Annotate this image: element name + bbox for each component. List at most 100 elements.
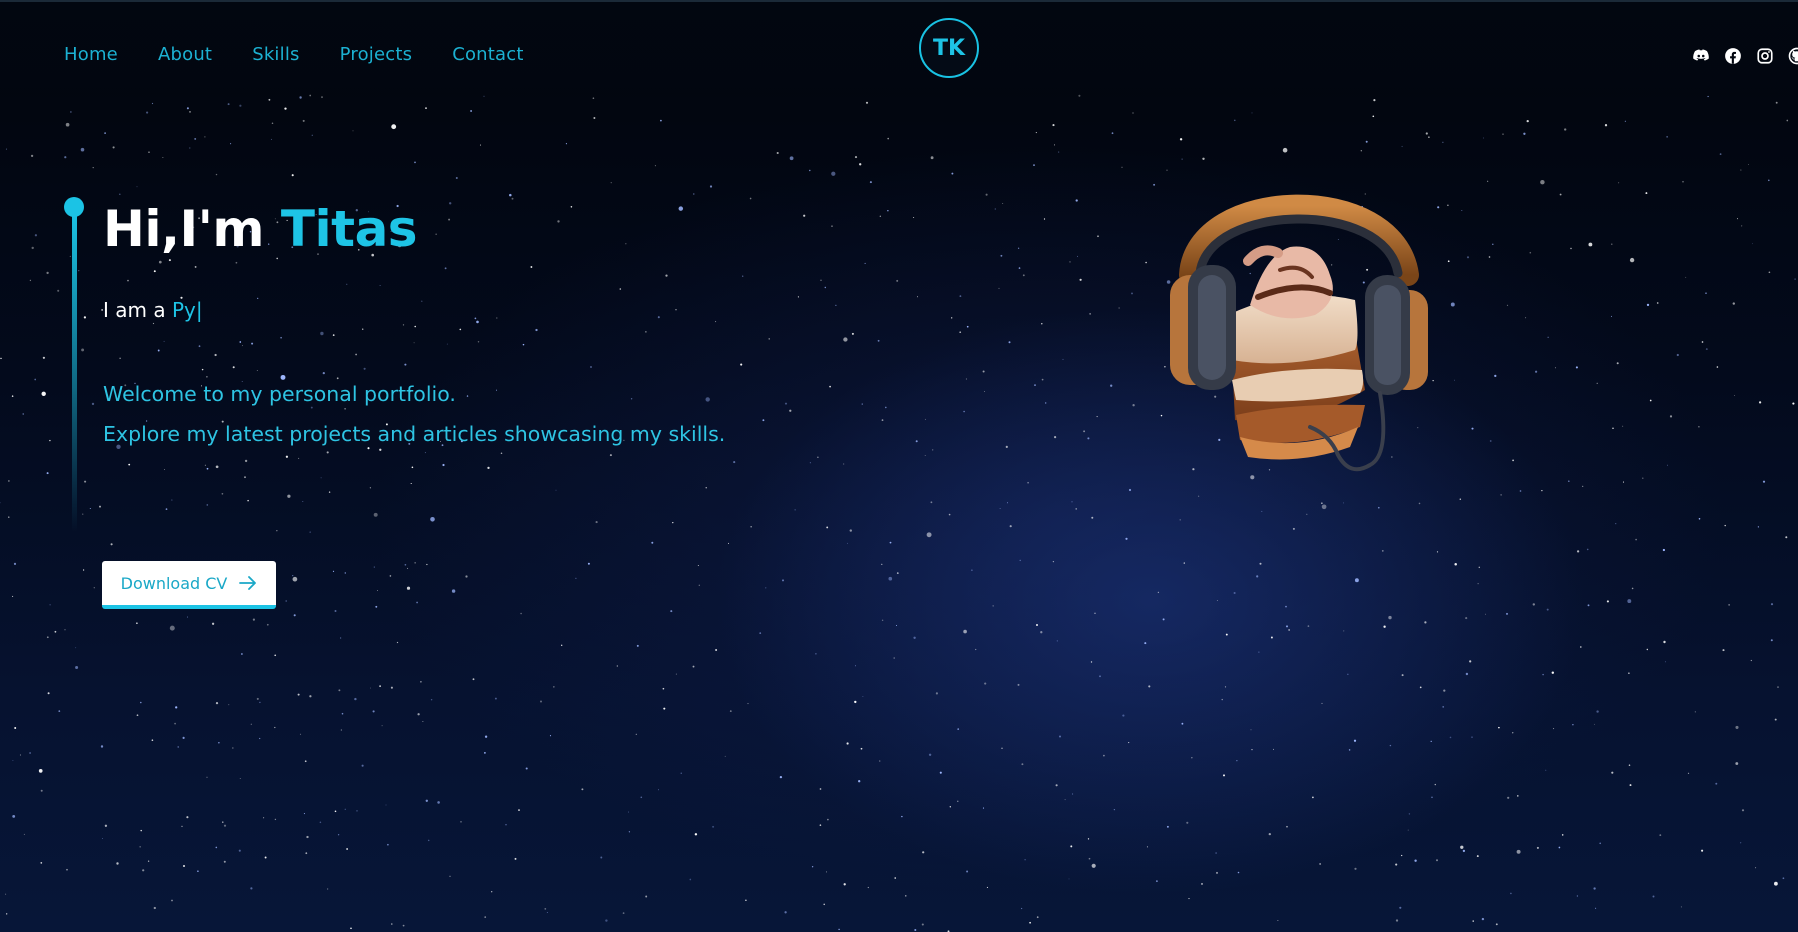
star — [256, 370, 258, 372]
star — [1483, 137, 1485, 139]
star — [1519, 490, 1522, 492]
star — [1348, 749, 1351, 751]
star — [915, 440, 918, 443]
star — [627, 811, 629, 813]
discord-icon[interactable] — [1692, 47, 1710, 65]
star — [914, 928, 917, 932]
star — [928, 753, 932, 756]
star — [1179, 519, 1181, 521]
star — [750, 526, 752, 528]
star — [40, 789, 43, 792]
star — [881, 619, 884, 622]
star — [91, 402, 95, 406]
star — [182, 864, 186, 868]
star — [1545, 769, 1547, 771]
star — [427, 839, 430, 842]
star — [1492, 243, 1494, 246]
star — [244, 459, 248, 463]
star — [306, 835, 309, 839]
nav-link-skills[interactable]: Skills — [252, 44, 299, 65]
star — [1221, 698, 1223, 701]
star — [1489, 440, 1492, 442]
nav-link-contact[interactable]: Contact — [452, 44, 523, 65]
star — [422, 721, 424, 722]
nav-link-about[interactable]: About — [158, 44, 212, 65]
star — [762, 419, 765, 422]
star — [214, 353, 217, 357]
star — [222, 821, 224, 823]
instagram-icon[interactable] — [1756, 47, 1774, 65]
star — [455, 176, 458, 180]
star — [1064, 799, 1066, 801]
star — [913, 216, 915, 219]
star — [959, 331, 962, 334]
star — [963, 629, 967, 634]
star — [104, 132, 106, 134]
star — [1144, 642, 1147, 645]
star — [1664, 661, 1667, 663]
star — [1054, 436, 1057, 439]
star — [1698, 426, 1700, 428]
star — [540, 700, 542, 703]
star — [1388, 615, 1392, 620]
star — [215, 173, 218, 176]
star — [820, 279, 822, 281]
star — [1755, 867, 1757, 869]
star — [340, 637, 342, 639]
star — [1500, 494, 1502, 496]
star — [1069, 261, 1071, 263]
star — [1546, 608, 1549, 611]
star — [715, 321, 717, 323]
star — [421, 300, 423, 302]
star — [1554, 367, 1556, 369]
star — [1582, 485, 1584, 487]
nav-link-projects[interactable]: Projects — [340, 44, 413, 65]
star — [319, 821, 322, 824]
star — [1091, 516, 1094, 519]
star — [1024, 859, 1026, 861]
star — [511, 197, 514, 200]
star — [1268, 832, 1271, 836]
nav-link-home[interactable]: Home — [64, 44, 118, 65]
star — [1680, 906, 1682, 908]
star — [561, 644, 563, 646]
download-cv-button[interactable]: Download CV — [102, 561, 276, 609]
star — [204, 136, 206, 138]
star — [575, 577, 577, 579]
logo[interactable]: TK — [919, 18, 979, 78]
star — [963, 410, 965, 413]
github-icon[interactable] — [1788, 47, 1798, 65]
star — [334, 610, 337, 612]
star — [1288, 629, 1290, 631]
star — [926, 532, 932, 538]
star — [391, 124, 397, 130]
star — [1128, 742, 1130, 744]
star — [1593, 723, 1595, 725]
star — [1596, 710, 1599, 713]
social-links — [1692, 47, 1798, 65]
star — [1561, 834, 1564, 836]
star — [404, 563, 407, 566]
star — [1347, 673, 1349, 675]
star — [350, 927, 352, 930]
star — [595, 521, 598, 524]
star — [270, 138, 272, 140]
star — [177, 746, 179, 748]
star — [555, 489, 557, 491]
star — [1604, 124, 1608, 127]
star — [1354, 867, 1357, 870]
facebook-icon[interactable] — [1724, 47, 1742, 65]
star — [430, 517, 435, 522]
star — [1343, 630, 1345, 632]
star — [1705, 292, 1707, 295]
star — [896, 625, 897, 626]
star — [733, 461, 736, 464]
star — [1125, 537, 1128, 540]
star — [1156, 880, 1158, 882]
star — [1216, 871, 1218, 874]
star — [1132, 404, 1135, 407]
star — [843, 463, 845, 465]
star — [957, 800, 959, 802]
star — [930, 501, 933, 504]
star — [340, 729, 342, 731]
